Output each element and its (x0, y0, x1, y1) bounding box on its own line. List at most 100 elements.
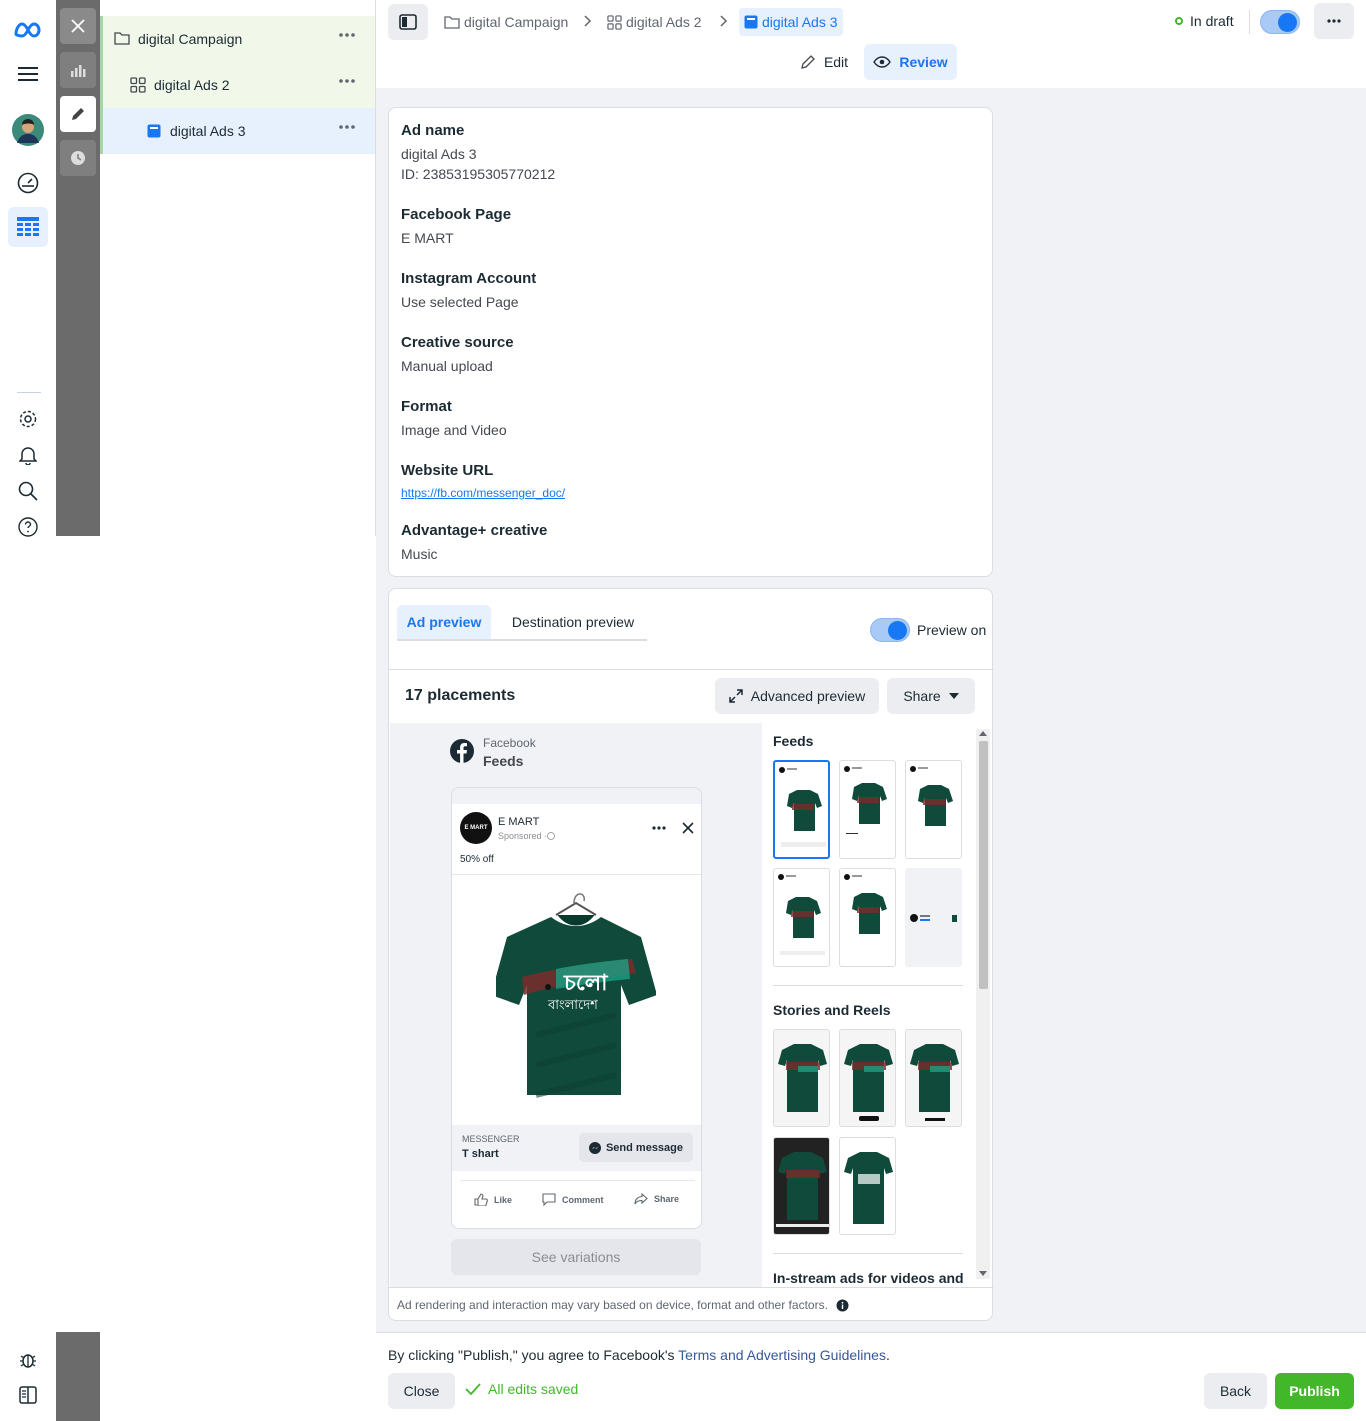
see-variations-button[interactable]: See variations (451, 1239, 701, 1275)
chevron-right-icon (720, 15, 728, 27)
instagram-label: Instagram Account (401, 270, 537, 287)
more-icon[interactable] (652, 826, 666, 830)
sponsored-line: Sponsored · (498, 831, 555, 841)
preview-card: Ad preview Destination preview Preview o… (388, 588, 994, 1321)
preview-divider (389, 669, 994, 670)
preview-toggle-label: Preview on (917, 622, 987, 638)
placement-thumb-stories-4[interactable] (773, 1137, 830, 1235)
placements-scrollbar[interactable] (976, 729, 990, 1279)
placement-thumb-feeds-6[interactable] (905, 868, 962, 967)
placements-count: 17 placements (405, 687, 516, 704)
placement-thumb-stories-2[interactable] (839, 1029, 896, 1127)
status-divider (1249, 10, 1250, 34)
tree-adset[interactable]: digital Ads 2 (100, 62, 375, 108)
placement-thumb-stories-3[interactable] (905, 1029, 962, 1127)
ad-details-card: Ad name digital Ads 3 ID: 23853195305770… (388, 107, 993, 577)
more-icon[interactable] (1314, 3, 1354, 39)
help-icon[interactable] (8, 507, 48, 547)
breadcrumb-ad-label: digital Ads 3 (762, 14, 838, 30)
close-button[interactable]: Close (388, 1373, 455, 1409)
breadcrumb-ad[interactable]: digital Ads 3 (739, 8, 843, 36)
close-icon[interactable] (60, 8, 96, 44)
preview-pane: Facebook Feeds E MART E MART Sponsored ·… (390, 723, 762, 1287)
tab-destination-preview[interactable]: Destination preview (499, 605, 647, 639)
edit-tab[interactable]: Edit (788, 44, 860, 80)
more-icon[interactable] (339, 79, 355, 83)
bell-icon[interactable] (8, 435, 48, 475)
back-button[interactable]: Back (1204, 1373, 1267, 1409)
info-icon[interactable] (836, 1299, 849, 1312)
share-action[interactable]: Share (634, 1193, 679, 1205)
like-label: Like (494, 1194, 513, 1205)
agreement-suffix: . (885, 1347, 890, 1363)
panel-icon[interactable] (8, 1375, 48, 1415)
send-message-button[interactable]: Send message (579, 1133, 693, 1162)
top-bar: digital Campaign digital Ads 2 digital A… (376, 0, 1366, 88)
instream-title: In-stream ads for videos and (773, 1270, 964, 1286)
scroll-down-icon[interactable] (979, 1271, 987, 1276)
advantage-label: Advantage+ creative (401, 522, 548, 539)
placement-thumb-feeds-5[interactable] (839, 868, 896, 967)
preview-toggle[interactable] (870, 618, 910, 642)
scrollbar-thumb[interactable] (979, 741, 988, 989)
clock-icon[interactable] (60, 140, 96, 176)
search-icon[interactable] (8, 471, 48, 511)
tab-ad-preview[interactable]: Ad preview (397, 605, 491, 639)
breadcrumb-adset[interactable]: digital Ads 2 (607, 8, 702, 36)
cta-source: MESSENGER (462, 1134, 520, 1144)
website-url-link[interactable]: https://fb.com/messenger_doc/ (401, 486, 565, 500)
tab-underline (397, 639, 647, 641)
ad-mockup: E MART E MART Sponsored · 50% off চলো বা… (451, 787, 702, 1229)
gear-icon[interactable] (8, 399, 48, 439)
placement-thumb-feeds-4[interactable] (773, 868, 830, 967)
share-button[interactable]: Share (887, 678, 975, 714)
menu-icon[interactable] (8, 54, 48, 94)
tree-campaign[interactable]: digital Campaign (100, 16, 375, 62)
breadcrumb-campaign[interactable]: digital Campaign (444, 8, 568, 36)
avatar[interactable] (8, 110, 48, 150)
bug-icon[interactable] (8, 1339, 48, 1379)
panel-icon[interactable] (388, 4, 428, 40)
meta-logo-icon[interactable] (8, 10, 48, 50)
breadcrumb-adset-label: digital Ads 2 (626, 14, 702, 30)
section-divider (773, 1253, 963, 1254)
ad-icon (744, 15, 758, 29)
placement-thumb-stories-5[interactable] (839, 1137, 896, 1235)
more-icon[interactable] (339, 33, 355, 37)
advanced-preview-button[interactable]: Advanced preview (715, 678, 879, 714)
tshirt-image: চলো বাংলাদেশ (496, 893, 656, 1098)
more-icon[interactable] (339, 125, 355, 129)
placement-thumb-feeds-2[interactable] (839, 760, 896, 859)
status-badge: In draft (1175, 13, 1234, 29)
tree-ad-bar (100, 108, 103, 154)
review-label: Review (899, 54, 948, 70)
gauge-icon[interactable] (8, 163, 48, 203)
format-label: Format (401, 398, 452, 415)
ad-image: চলো বাংলাদেশ (452, 875, 701, 1125)
placement-thumb-stories-1[interactable] (773, 1029, 830, 1127)
ad-page-name: E MART (498, 816, 540, 828)
ad-status-toggle[interactable] (1260, 10, 1300, 34)
publish-button[interactable]: Publish (1275, 1373, 1354, 1409)
like-action[interactable]: Like (474, 1193, 512, 1206)
terms-link[interactable]: Terms and Advertising Guidelines (678, 1347, 886, 1363)
review-tab[interactable]: Review (864, 44, 957, 80)
close-icon[interactable] (682, 822, 694, 834)
folder-icon (114, 31, 130, 45)
placement-thumb-feeds-3[interactable] (905, 760, 962, 859)
scroll-up-icon[interactable] (979, 731, 987, 736)
placement-thumb-feeds-1[interactable] (773, 760, 830, 859)
tshirt-print: চলো (563, 971, 609, 996)
tree-adset-bar (100, 62, 103, 108)
tree-ad[interactable]: digital Ads 3 (100, 108, 375, 154)
creative-source-label: Creative source (401, 334, 514, 351)
comment-icon (542, 1193, 556, 1206)
chart-icon[interactable] (60, 52, 96, 88)
cta-strip: MESSENGER T shart Send message (452, 1125, 701, 1171)
feeds-title: Feeds (773, 733, 814, 749)
comment-action[interactable]: Comment (542, 1193, 604, 1206)
left-nav (0, 0, 56, 1421)
facebook-icon (450, 739, 474, 763)
pencil-icon[interactable] (60, 96, 96, 132)
table-icon[interactable] (8, 207, 48, 247)
